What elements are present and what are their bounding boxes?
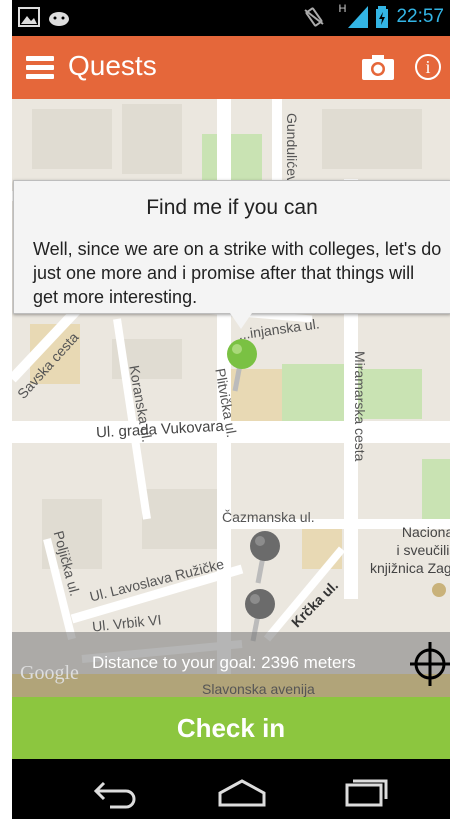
poi-label: Nacionalna i sveučilišna knjižnica Zagre… (370, 523, 450, 577)
poi-label-line-1: Nacionalna (401, 524, 450, 540)
quest-description: Well, since we are on a strike with coll… (33, 239, 442, 307)
active-quest-marker[interactable] (225, 337, 259, 393)
home-icon[interactable] (217, 779, 267, 807)
google-logo: Google (20, 662, 79, 684)
quest-info-popup[interactable]: Find me if you can Well, since we are on… (13, 180, 450, 314)
info-icon[interactable]: i (415, 54, 441, 80)
menu-icon[interactable] (26, 56, 54, 79)
poi-marker-icon (432, 583, 446, 597)
status-bar: H 22:57 (12, 0, 450, 36)
popup-pointer (230, 313, 252, 329)
page-title: Quests (68, 50, 157, 81)
poi-label-line-3: knjižnica Zagreb (370, 560, 450, 576)
distance-text: Distance to your goal: 2396 meters (92, 653, 356, 672)
street-label-gunduliceva: Gundulićev (284, 113, 300, 184)
check-in-button[interactable]: Check in (12, 697, 450, 759)
recents-icon[interactable] (345, 777, 389, 807)
android-icon (49, 12, 69, 26)
quest-marker[interactable] (248, 529, 282, 585)
action-bar: Quests i (12, 36, 450, 99)
battery-charging-icon (376, 6, 389, 28)
back-icon[interactable] (92, 779, 138, 809)
crosshair-icon[interactable] (410, 642, 450, 686)
street-label-miramarska: Miramarska cesta (352, 351, 368, 462)
phone-screen: H 22:57 Quests i Gundulićev ...injanska … (12, 0, 450, 819)
navigation-bar (12, 759, 450, 819)
street-label-slavonska: Slavonska avenija (202, 681, 315, 697)
network-type-label: H (338, 3, 347, 15)
street-label-cazmanska: Čazmanska ul. (222, 509, 315, 525)
quest-title: Find me if you can (146, 196, 318, 219)
signal-icon (348, 6, 369, 28)
camera-icon[interactable] (362, 54, 394, 80)
image-icon (18, 7, 40, 27)
poi-label-line-2: i sveučilišna (396, 542, 450, 558)
clock: 22:57 (396, 6, 444, 27)
vibrate-icon (303, 7, 324, 27)
